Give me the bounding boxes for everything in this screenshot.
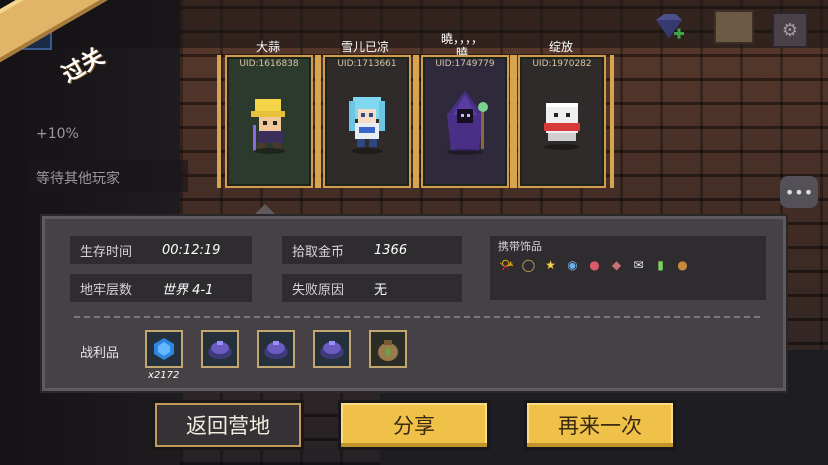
gold-value: 1366	[374, 242, 408, 258]
accessories-row: 📯 ◯ ★ ◉ ● ◆ ✉ ▮ ●	[498, 257, 691, 274]
loot-count: x2172	[148, 370, 180, 381]
play-again-button[interactable]: 再来一次	[524, 400, 676, 450]
player-card[interactable]: UID:1749779	[413, 55, 517, 188]
card-bar	[315, 55, 319, 188]
gem-icon[interactable]	[652, 12, 686, 42]
purple-material-icon	[264, 341, 288, 359]
player-name: 绽放	[548, 40, 573, 54]
player-name: 大蒜	[255, 40, 280, 54]
player-uid: UID:1713661	[337, 59, 397, 69]
purple-material-icon	[208, 341, 232, 359]
share-button[interactable]: 分享	[338, 400, 490, 450]
meat-icon[interactable]: ◆	[608, 257, 625, 274]
steak-icon[interactable]: ●	[586, 257, 603, 274]
seed-bag-icon	[378, 340, 398, 361]
player-uid: UID:1749779	[435, 59, 495, 69]
loot-item[interactable]	[145, 330, 183, 368]
card-bar	[413, 55, 417, 188]
floor-value: 世界 4-1	[162, 282, 214, 298]
fail-reason-value: 无	[374, 282, 388, 298]
ring-icon[interactable]: ◯	[520, 257, 537, 274]
card-bar	[217, 55, 221, 188]
purple-material-icon	[320, 341, 344, 359]
survival-time-value: 00:12:19	[162, 242, 221, 258]
accessories-title: 携带饰品	[498, 240, 542, 253]
player-card[interactable]: UID:1713661	[315, 55, 419, 188]
bonus-multiplier: +10%	[36, 126, 79, 142]
loot-item[interactable]	[257, 330, 295, 368]
player-uid: UID:1616838	[239, 59, 299, 69]
letter-icon[interactable]: ✉	[630, 257, 647, 274]
return-camp-button[interactable]: 返回营地	[152, 400, 304, 450]
panel-divider	[74, 316, 760, 318]
gold-row: 拾取金币 1366	[282, 236, 462, 264]
loot-label: 战利品	[80, 346, 120, 361]
fail-reason-label: 失败原因	[292, 282, 345, 298]
floor-row: 地牢层数 世界 4-1	[70, 274, 252, 302]
survival-time-label: 生存时间	[80, 244, 133, 260]
loot-item[interactable]	[313, 330, 351, 368]
loot-item[interactable]	[369, 330, 407, 368]
orb-icon[interactable]: ◉	[564, 257, 581, 274]
card-bar	[610, 55, 614, 188]
player-card[interactable]: UID:1616838	[217, 55, 321, 188]
player-name: 雪儿已凉	[340, 40, 389, 54]
gold-label: 拾取金币	[292, 244, 345, 260]
loot-item[interactable]	[201, 330, 239, 368]
chest-icon[interactable]	[714, 10, 754, 44]
girl-sprite-icon	[349, 97, 385, 154]
wizard-sprite-icon	[447, 91, 488, 155]
player-card[interactable]: UID:1970282	[510, 55, 614, 188]
horn-icon[interactable]: 📯	[498, 257, 515, 274]
potion-icon[interactable]: ▮	[652, 257, 669, 274]
waiting-players-text: 等待其他玩家	[36, 171, 120, 187]
survival-time-row: 生存时间 00:12:19	[70, 236, 252, 264]
fail-reason-row: 失败原因 无	[282, 274, 462, 302]
box-creature-sprite-icon	[544, 103, 580, 150]
gear-icon[interactable]: ⚙	[772, 12, 808, 48]
player-uid: UID:1970282	[532, 59, 592, 69]
blue-gem-icon	[154, 338, 174, 360]
card-bar	[510, 55, 514, 188]
chat-bubble-icon[interactable]: •••	[780, 176, 818, 208]
floor-label: 地牢层数	[80, 282, 133, 298]
knight-sprite-icon	[251, 99, 285, 154]
star-icon[interactable]: ★	[542, 257, 559, 274]
pouch-icon[interactable]: ●	[674, 257, 691, 274]
